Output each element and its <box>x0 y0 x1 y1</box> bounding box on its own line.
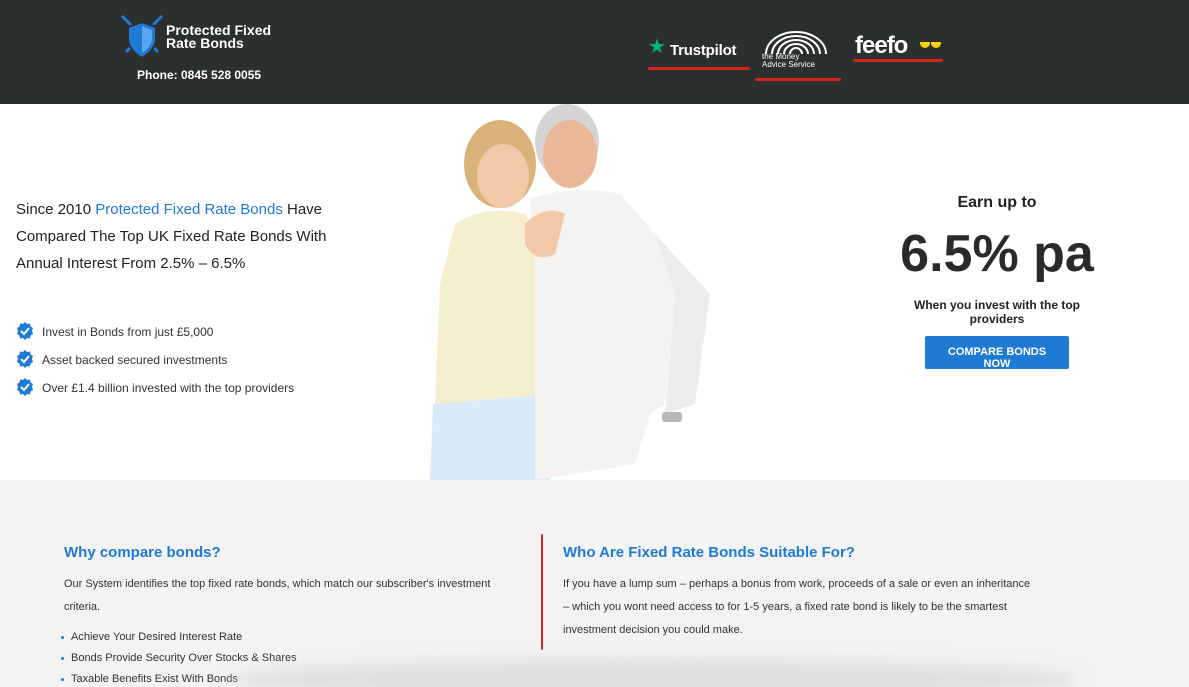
shield-swords-icon <box>120 14 164 60</box>
money-advice-service-badge[interactable]: the Money Advice Service <box>755 26 843 82</box>
compare-bonds-button[interactable]: COMPARE BONDS NOW <box>925 336 1069 370</box>
suitability-heading: Who Are Fixed Rate Bonds Suitable For? <box>563 544 855 561</box>
section-divider <box>541 534 543 650</box>
rate-offer-panel: Earn up to 6.5% pa When you invest with … <box>880 194 1114 372</box>
trustpilot-star-icon: ★ <box>648 36 666 58</box>
phone-number[interactable]: Phone: 0845 528 0055 <box>137 68 261 82</box>
logo-text: Protected Fixed Rate Bonds <box>166 22 272 51</box>
feefo-badge[interactable]: feefo <box>853 32 945 66</box>
couple-photo <box>430 104 710 480</box>
info-section: Why compare bonds? Our System identifies… <box>0 480 1189 687</box>
feefo-label: feefo <box>855 32 908 59</box>
feefo-eyes-icon <box>920 38 942 48</box>
site-logo[interactable]: Protected Fixed Rate Bonds <box>118 14 298 64</box>
checklist-text: Over £1.4 billion invested with the top … <box>42 381 295 395</box>
earn-up-to-label: Earn up to <box>957 194 1037 211</box>
trustpilot-badge[interactable]: ★ Trustpilot <box>648 36 750 70</box>
hero-intro: Since 2010 Protected Fixed Rate Bonds Ha… <box>16 201 327 272</box>
badge-underline <box>853 59 943 62</box>
suitability-column: Who Are Fixed Rate Bonds Suitable For? I… <box>563 544 1033 642</box>
site-header: Protected Fixed Rate Bonds Phone: 0845 5… <box>0 0 1189 104</box>
hero-section: Since 2010 Protected Fixed Rate Bonds Ha… <box>0 104 1189 480</box>
mas-label: the Money Advice Service <box>762 52 815 69</box>
trustpilot-label: Trustpilot <box>670 42 737 59</box>
check-badge-icon <box>17 350 33 368</box>
why-compare-heading: Why compare bonds? <box>64 544 221 561</box>
suitability-body: If you have a lump sum – perhaps a bonus… <box>563 578 1031 636</box>
offer-subtext: When you invest with the top providers <box>914 298 1080 326</box>
checklist-text: Invest in Bonds from just £5,000 <box>42 325 214 339</box>
badge-underline <box>755 78 841 81</box>
why-compare-body: Our System identifies the top fixed rate… <box>64 578 491 613</box>
checklist-text: Asset backed secured investments <box>42 353 228 367</box>
check-badge-icon <box>17 378 33 396</box>
brand-highlight[interactable]: Protected Fixed Rate Bonds <box>95 201 283 218</box>
rainbow-arches-icon <box>765 31 827 54</box>
list-item: Achieve Your Desired Interest Rate <box>61 627 504 648</box>
headline-rate: 6.5% pa <box>900 225 1094 283</box>
check-badge-icon <box>17 322 33 340</box>
badge-underline <box>648 67 750 70</box>
